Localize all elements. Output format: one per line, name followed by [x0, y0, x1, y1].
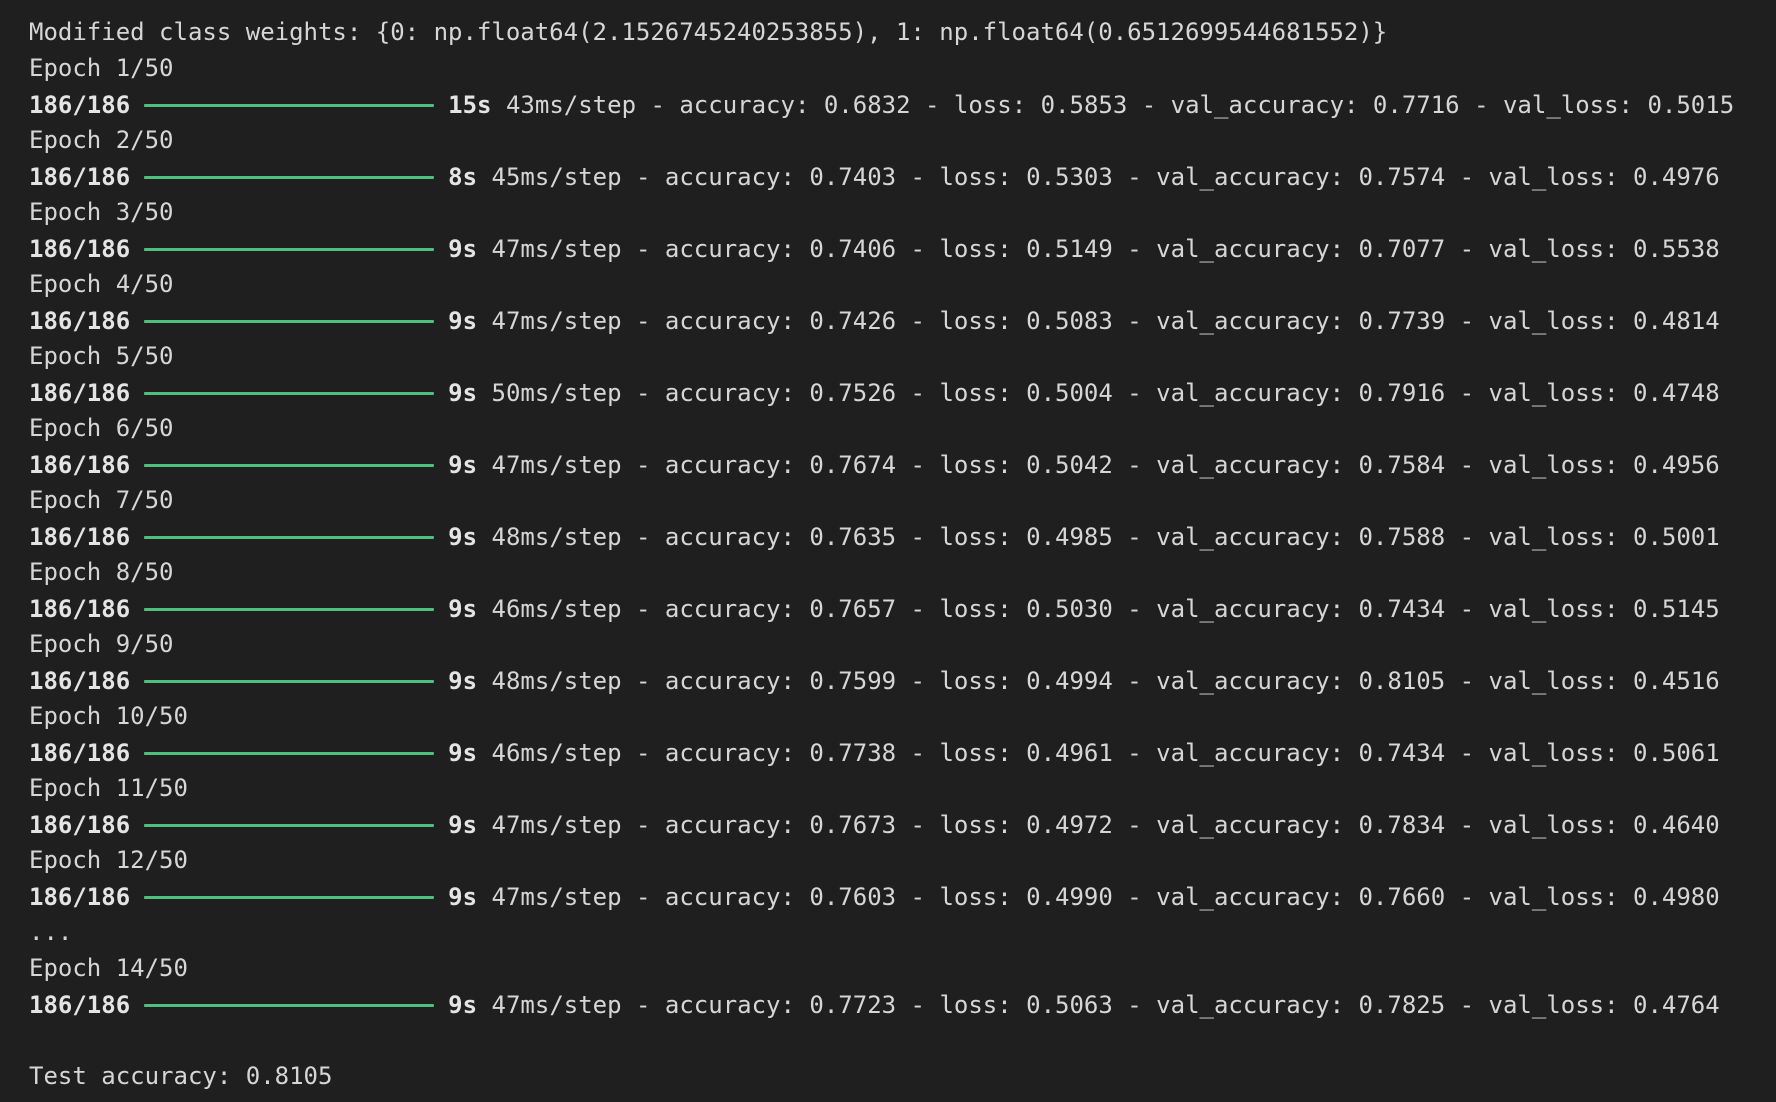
epoch-time: 9s	[448, 595, 478, 623]
epoch-time: 9s	[448, 739, 478, 767]
epoch-time: 9s	[448, 811, 478, 839]
epoch-metrics: 47ms/step - accuracy: 0.7723 - loss: 0.5…	[491, 991, 1720, 1019]
progress-line: 186/186 9s 47ms/step - accuracy: 0.7674 …	[29, 447, 1776, 483]
progress-bar	[144, 751, 435, 755]
progress-line: 186/186 9s 46ms/step - accuracy: 0.7657 …	[29, 591, 1776, 627]
epoch-block-last: Epoch 14/50 186/186 9s 47ms/step - accur…	[29, 951, 1776, 1023]
step-counter: 186/186	[29, 739, 131, 767]
test-accuracy-line: Test accuracy: 0.8105	[29, 1062, 333, 1090]
omitted-epochs-ellipsis: ...	[29, 918, 73, 946]
epoch-time: 9s	[448, 235, 478, 263]
progress-line: 186/186 9s 48ms/step - accuracy: 0.7599 …	[29, 663, 1776, 699]
step-counter: 186/186	[29, 163, 131, 191]
class-weights-line: Modified class weights: {0: np.float64(2…	[29, 18, 1388, 46]
epoch-time: 9s	[448, 883, 478, 911]
epoch-time: 9s	[448, 379, 478, 407]
epoch-metrics: 50ms/step - accuracy: 0.7526 - loss: 0.5…	[491, 379, 1720, 407]
progress-bar	[144, 1003, 435, 1007]
epoch-time: 8s	[448, 163, 478, 191]
epoch-label: Epoch 7/50	[29, 486, 174, 514]
epoch-label: Epoch 5/50	[29, 342, 174, 370]
step-counter: 186/186	[29, 235, 131, 263]
terminal-output: Modified class weights: {0: np.float64(2…	[0, 0, 1776, 1102]
epoch-log: Epoch 1/50 186/186 15s 43ms/step - accur…	[29, 51, 1776, 915]
epoch-label: Epoch 6/50	[29, 414, 174, 442]
progress-line: 186/186 9s 46ms/step - accuracy: 0.7738 …	[29, 735, 1776, 771]
epoch-metrics: 45ms/step - accuracy: 0.7403 - loss: 0.5…	[491, 163, 1720, 191]
epoch-metrics: 43ms/step - accuracy: 0.6832 - loss: 0.5…	[505, 91, 1735, 119]
epoch-metrics: 47ms/step - accuracy: 0.7406 - loss: 0.5…	[491, 235, 1720, 263]
epoch-time: 15s	[448, 91, 492, 119]
progress-line: 186/186 9s 47ms/step - accuracy: 0.7673 …	[29, 807, 1776, 843]
epoch-block: Epoch 5/50 186/186 9s 50ms/step - accura…	[29, 339, 1776, 411]
epoch-block: Epoch 12/50 186/186 9s 47ms/step - accur…	[29, 843, 1776, 915]
epoch-label: Epoch 14/50	[29, 954, 188, 982]
progress-bar	[144, 319, 435, 323]
progress-line: 186/186 9s 47ms/step - accuracy: 0.7426 …	[29, 303, 1776, 339]
progress-line: 186/186 8s 45ms/step - accuracy: 0.7403 …	[29, 159, 1776, 195]
epoch-metrics: 46ms/step - accuracy: 0.7738 - loss: 0.4…	[491, 739, 1720, 767]
epoch-metrics: 47ms/step - accuracy: 0.7426 - loss: 0.5…	[491, 307, 1720, 335]
step-counter: 186/186	[29, 379, 131, 407]
progress-bar	[144, 895, 435, 899]
step-counter: 186/186	[29, 883, 131, 911]
epoch-label: Epoch 10/50	[29, 702, 188, 730]
epoch-block: Epoch 6/50 186/186 9s 47ms/step - accura…	[29, 411, 1776, 483]
progress-bar	[144, 535, 435, 539]
epoch-time: 9s	[448, 991, 478, 1019]
epoch-metrics: 47ms/step - accuracy: 0.7673 - loss: 0.4…	[491, 811, 1720, 839]
epoch-time: 9s	[448, 451, 478, 479]
epoch-metrics: 47ms/step - accuracy: 0.7603 - loss: 0.4…	[491, 883, 1720, 911]
progress-line: 186/186 15s 43ms/step - accuracy: 0.6832…	[29, 87, 1776, 123]
progress-line: 186/186 9s 50ms/step - accuracy: 0.7526 …	[29, 375, 1776, 411]
epoch-block: Epoch 10/50 186/186 9s 46ms/step - accur…	[29, 699, 1776, 771]
progress-bar	[144, 391, 435, 395]
epoch-block: Epoch 3/50 186/186 9s 47ms/step - accura…	[29, 195, 1776, 267]
progress-bar	[144, 679, 435, 683]
epoch-block: Epoch 1/50 186/186 15s 43ms/step - accur…	[29, 51, 1776, 123]
step-counter: 186/186	[29, 811, 131, 839]
progress-bar	[144, 823, 435, 827]
epoch-time: 9s	[448, 307, 478, 335]
epoch-block: Epoch 4/50 186/186 9s 47ms/step - accura…	[29, 267, 1776, 339]
epoch-label: Epoch 11/50	[29, 774, 188, 802]
step-counter: 186/186	[29, 523, 131, 551]
progress-bar	[144, 463, 435, 467]
epoch-time: 9s	[448, 523, 478, 551]
step-counter: 186/186	[29, 991, 131, 1019]
epoch-label: Epoch 9/50	[29, 630, 174, 658]
step-counter: 186/186	[29, 667, 131, 695]
step-counter: 186/186	[29, 307, 131, 335]
progress-bar	[144, 247, 435, 251]
progress-line: 186/186 9s 47ms/step - accuracy: 0.7603 …	[29, 879, 1776, 915]
epoch-block: Epoch 9/50 186/186 9s 48ms/step - accura…	[29, 627, 1776, 699]
epoch-label: Epoch 3/50	[29, 198, 174, 226]
progress-line: 186/186 9s 48ms/step - accuracy: 0.7635 …	[29, 519, 1776, 555]
epoch-label: Epoch 2/50	[29, 126, 174, 154]
epoch-label: Epoch 8/50	[29, 558, 174, 586]
step-counter: 186/186	[29, 451, 131, 479]
epoch-metrics: 48ms/step - accuracy: 0.7599 - loss: 0.4…	[491, 667, 1720, 695]
progress-line: 186/186 9s 47ms/step - accuracy: 0.7723 …	[29, 987, 1776, 1023]
step-counter: 186/186	[29, 595, 131, 623]
progress-bar	[144, 607, 435, 611]
epoch-label: Epoch 1/50	[29, 54, 174, 82]
epoch-time: 9s	[448, 667, 478, 695]
epoch-block: Epoch 2/50 186/186 8s 45ms/step - accura…	[29, 123, 1776, 195]
progress-line: 186/186 9s 47ms/step - accuracy: 0.7406 …	[29, 231, 1776, 267]
epoch-block: Epoch 8/50 186/186 9s 46ms/step - accura…	[29, 555, 1776, 627]
epoch-metrics: 46ms/step - accuracy: 0.7657 - loss: 0.5…	[491, 595, 1720, 623]
epoch-label: Epoch 4/50	[29, 270, 174, 298]
epoch-label: Epoch 12/50	[29, 846, 188, 874]
epoch-metrics: 47ms/step - accuracy: 0.7674 - loss: 0.5…	[491, 451, 1720, 479]
progress-bar	[144, 175, 435, 179]
epoch-block: Epoch 7/50 186/186 9s 48ms/step - accura…	[29, 483, 1776, 555]
step-counter: 186/186	[29, 91, 131, 119]
epoch-metrics: 48ms/step - accuracy: 0.7635 - loss: 0.4…	[491, 523, 1720, 551]
epoch-block: Epoch 11/50 186/186 9s 47ms/step - accur…	[29, 771, 1776, 843]
progress-bar	[144, 103, 435, 107]
